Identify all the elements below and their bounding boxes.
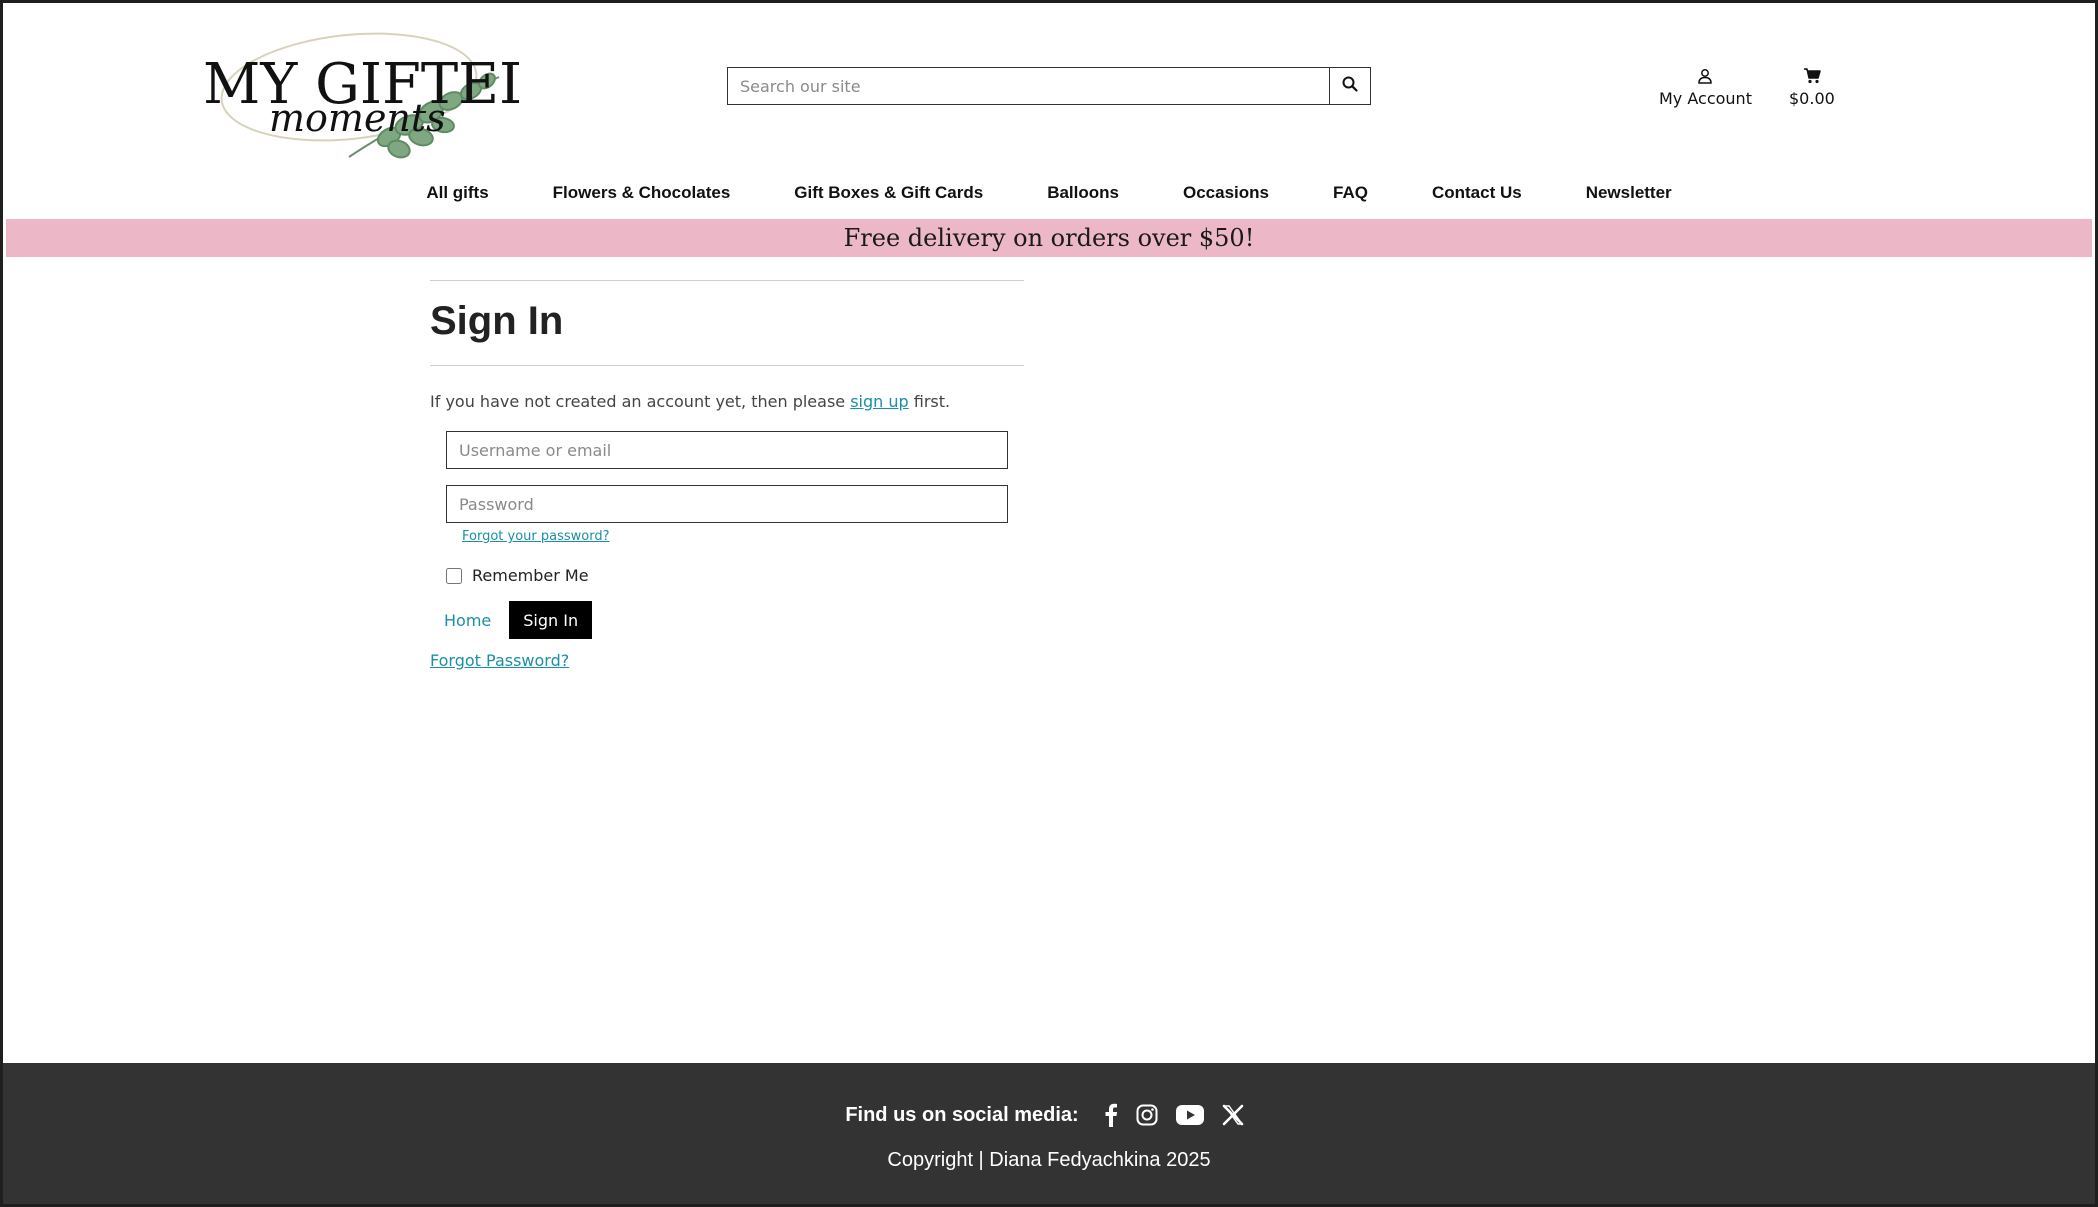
divider-top bbox=[430, 280, 1024, 281]
remember-me-label: Remember Me bbox=[472, 566, 589, 585]
social-label: Find us on social media: bbox=[845, 1103, 1079, 1126]
signin-actions: Home Sign In bbox=[430, 601, 1024, 639]
signin-section: Sign In If you have not created an accou… bbox=[430, 280, 1024, 670]
home-link[interactable]: Home bbox=[444, 611, 491, 630]
nav-flowers-chocolates[interactable]: Flowers & Chocolates bbox=[553, 183, 731, 203]
nav-newsletter[interactable]: Newsletter bbox=[1586, 183, 1672, 203]
divider-bottom bbox=[430, 365, 1024, 366]
sign-in-button[interactable]: Sign In bbox=[509, 601, 593, 639]
forgot-password-link[interactable]: Forgot Password? bbox=[430, 651, 569, 670]
youtube-icon[interactable] bbox=[1175, 1105, 1204, 1125]
site-header: MY GIFTED moments My Account $0.00 bbox=[3, 3, 2095, 163]
username-field[interactable] bbox=[446, 431, 1008, 469]
my-account-link[interactable]: My Account bbox=[1659, 65, 1752, 108]
instagram-icon[interactable] bbox=[1136, 1104, 1158, 1126]
remember-me-checkbox[interactable] bbox=[446, 567, 462, 584]
social-icons bbox=[1095, 1103, 1253, 1127]
nav-all-gifts[interactable]: All gifts bbox=[426, 183, 488, 203]
my-account-label: My Account bbox=[1659, 89, 1752, 108]
promo-banner: Free delivery on orders over $50! bbox=[6, 219, 2092, 257]
main-nav: All gifts Flowers & Chocolates Gift Boxe… bbox=[3, 175, 2095, 211]
search-input[interactable] bbox=[727, 67, 1329, 105]
user-icon bbox=[1697, 65, 1713, 87]
cart-total: $0.00 bbox=[1789, 89, 1835, 108]
sign-up-link[interactable]: sign up bbox=[850, 392, 908, 411]
search-button[interactable] bbox=[1329, 67, 1371, 105]
copyright-text: Copyright | Diana Fedyachkina 2025 bbox=[887, 1149, 1211, 1171]
page-title: Sign In bbox=[430, 299, 564, 343]
search-bar bbox=[727, 67, 1371, 105]
cart-icon bbox=[1803, 65, 1821, 87]
facebook-icon[interactable] bbox=[1104, 1103, 1118, 1127]
promo-text: Free delivery on orders over $50! bbox=[843, 224, 1255, 252]
site-logo[interactable]: MY GIFTED moments bbox=[199, 17, 544, 167]
nav-gift-boxes[interactable]: Gift Boxes & Gift Cards bbox=[794, 183, 983, 203]
cart-link[interactable]: $0.00 bbox=[1789, 65, 1835, 108]
social-row: Find us on social media: bbox=[3, 1103, 2095, 1127]
nav-balloons[interactable]: Balloons bbox=[1047, 183, 1119, 203]
logo-graphic: MY GIFTED moments bbox=[203, 32, 544, 159]
remember-me[interactable]: Remember Me bbox=[446, 566, 1024, 585]
password-field[interactable] bbox=[446, 485, 1008, 523]
x-icon[interactable] bbox=[1222, 1104, 1244, 1126]
search-icon bbox=[1342, 76, 1358, 96]
site-footer: Find us on social media: Copyright | Dia… bbox=[3, 1063, 2095, 1204]
forgot-password-link-small[interactable]: Forgot your password? bbox=[462, 529, 1024, 544]
nav-contact-us[interactable]: Contact Us bbox=[1432, 183, 1522, 203]
nav-faq[interactable]: FAQ bbox=[1333, 183, 1368, 203]
svg-text:moments: moments bbox=[269, 96, 446, 140]
signup-prompt: If you have not created an account yet, … bbox=[430, 392, 951, 411]
nav-occasions[interactable]: Occasions bbox=[1183, 183, 1269, 203]
